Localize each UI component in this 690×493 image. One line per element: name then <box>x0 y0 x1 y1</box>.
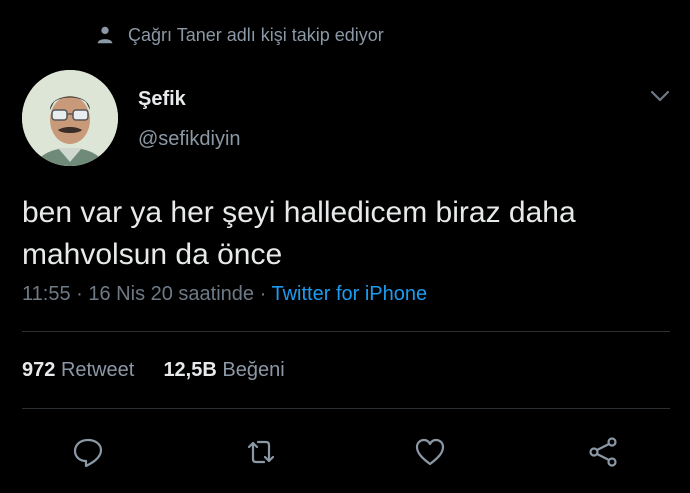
tweet-date: 16 Nis 20 saatinde <box>88 283 255 305</box>
like-button[interactable] <box>412 434 448 470</box>
avatar-image <box>22 70 118 166</box>
heart-icon <box>415 438 445 466</box>
retweet-button[interactable] <box>243 434 279 470</box>
avatar[interactable] <box>22 70 118 166</box>
divider <box>22 408 670 409</box>
meta-separator: · <box>259 283 267 305</box>
tweet-stats: 972 Retweet 12,5B Beğeni <box>22 359 285 382</box>
author-handle[interactable]: @sefikdiyin <box>138 128 241 151</box>
meta-separator: · <box>76 283 83 305</box>
share-icon <box>589 437 617 467</box>
social-context: Çağrı Taner adlı kişi takip ediyor <box>94 24 384 46</box>
retweet-count[interactable]: 972 <box>22 359 55 381</box>
reply-button[interactable] <box>70 434 106 470</box>
divider <box>22 331 670 332</box>
reply-icon <box>73 438 103 468</box>
like-label[interactable]: Beğeni <box>222 359 284 381</box>
like-count[interactable]: 12,5B <box>163 359 216 381</box>
tweet-text: ben var ya her şeyi halledicem biraz dah… <box>22 196 576 271</box>
share-button[interactable] <box>585 434 621 470</box>
author-name[interactable]: Şefik <box>138 88 186 111</box>
chevron-down-icon[interactable] <box>646 84 674 108</box>
tweet-source-link[interactable]: Twitter for iPhone <box>271 283 427 305</box>
person-icon <box>97 26 113 44</box>
social-context-text: Çağrı Taner adlı kişi takip ediyor <box>128 24 384 45</box>
retweet-label[interactable]: Retweet <box>61 359 134 381</box>
tweet-time: 11:55 <box>22 283 71 305</box>
retweet-icon <box>247 440 275 464</box>
tweet-meta: 11:55 · 16 Nis 20 saatinde · Twitter for… <box>22 283 427 306</box>
